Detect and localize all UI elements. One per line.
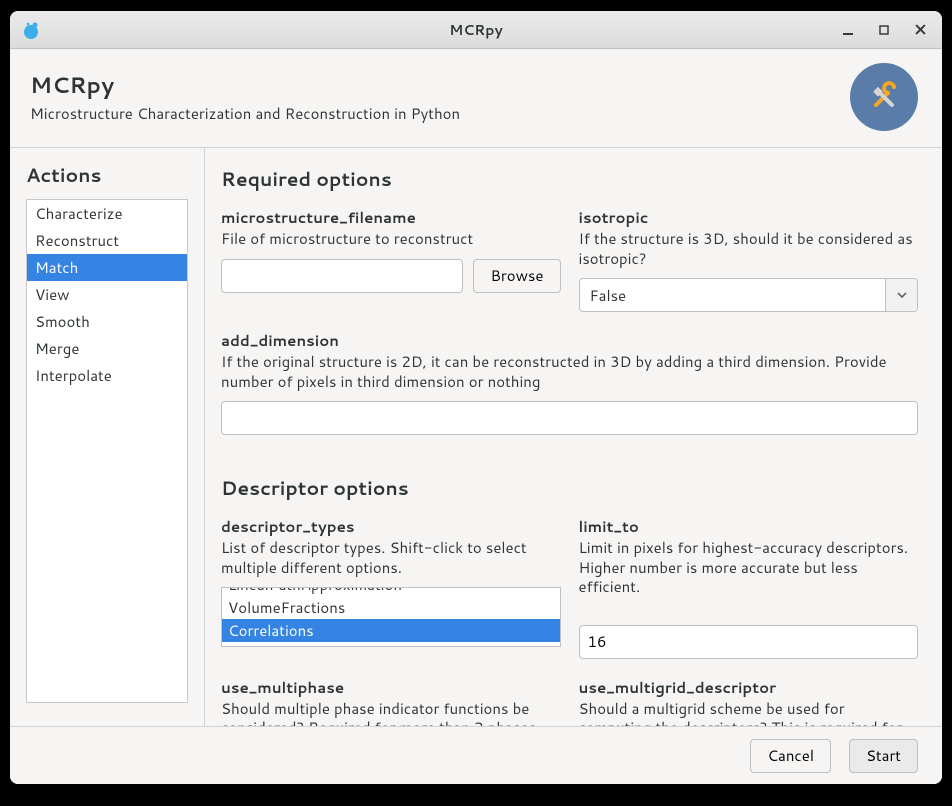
action-interpolate[interactable]: Interpolate (27, 362, 187, 389)
chevron-down-icon[interactable] (885, 279, 917, 311)
microstructure-filename-desc: File of microstructure to reconstruct (221, 229, 561, 249)
content-panel: Required options microstructure_filename… (205, 148, 942, 726)
descriptor-types-desc: List of descriptor types. Shift-click to… (221, 538, 561, 577)
descriptor-item-correlations[interactable]: Correlations (222, 619, 560, 642)
isotropic-select[interactable]: False (579, 278, 919, 312)
app-logo-icon (21, 20, 41, 40)
isotropic-label: isotropic (579, 207, 919, 228)
descriptor-options-title: Descriptor options (221, 475, 918, 502)
use-multiphase-desc: Should multiple phase indicator function… (221, 699, 561, 727)
sidebar: Actions Characterize Reconstruct Match V… (10, 148, 205, 726)
use-multiphase-label: use_multiphase (221, 677, 561, 698)
close-button[interactable] (912, 22, 928, 38)
microstructure-filename-input[interactable] (221, 259, 463, 293)
add-dimension-label: add_dimension (221, 330, 918, 351)
use-multigrid-descriptor-desc: Should a multigrid scheme be used for co… (579, 699, 919, 727)
isotropic-value: False (580, 285, 886, 306)
app-title: MCRpy (30, 70, 460, 101)
limit-to-label: limit_to (579, 516, 919, 537)
required-options-title: Required options (221, 166, 918, 193)
action-view[interactable]: View (27, 281, 187, 308)
app-header: MCRpy Microstructure Characterization an… (10, 49, 942, 148)
microstructure-filename-label: microstructure_filename (221, 207, 561, 228)
sidebar-title: Actions (26, 162, 188, 189)
start-button[interactable]: Start (849, 739, 918, 773)
window-title: MCRpy (10, 20, 942, 40)
descriptor-types-listbox[interactable]: LinealPathApproximation VolumeFractions … (221, 587, 561, 647)
footer: Cancel Start (10, 726, 942, 784)
titlebar: MCRpy (10, 11, 942, 49)
add-dimension-desc: If the original structure is 2D, it can … (221, 352, 918, 391)
window-controls (840, 22, 934, 38)
app-window: MCRpy MCRpy Microstructure Characterizat… (10, 11, 942, 784)
minimize-button[interactable] (840, 22, 856, 38)
browse-button[interactable]: Browse (473, 259, 560, 293)
descriptor-item-linealpath[interactable]: LinealPathApproximation (222, 587, 560, 596)
actions-list[interactable]: Characterize Reconstruct Match View Smoo… (26, 199, 188, 703)
cancel-button[interactable]: Cancel (750, 739, 831, 773)
header-text: MCRpy Microstructure Characterization an… (30, 70, 460, 124)
limit-to-input[interactable] (579, 625, 919, 659)
add-dimension-input[interactable] (221, 401, 918, 435)
action-reconstruct[interactable]: Reconstruct (27, 227, 187, 254)
action-characterize[interactable]: Characterize (27, 200, 187, 227)
action-match[interactable]: Match (27, 254, 187, 281)
limit-to-desc: Limit in pixels for highest-accuracy des… (579, 538, 919, 597)
descriptor-types-label: descriptor_types (221, 516, 561, 537)
use-multigrid-descriptor-label: use_multigrid_descriptor (579, 677, 919, 698)
tools-icon (850, 63, 918, 131)
action-smooth[interactable]: Smooth (27, 308, 187, 335)
maximize-button[interactable] (876, 22, 892, 38)
main-area: Actions Characterize Reconstruct Match V… (10, 148, 942, 726)
isotropic-desc: If the structure is 3D, should it be con… (579, 229, 919, 268)
descriptor-item-volumefractions[interactable]: VolumeFractions (222, 596, 560, 619)
action-merge[interactable]: Merge (27, 335, 187, 362)
app-subtitle: Microstructure Characterization and Reco… (30, 103, 460, 124)
